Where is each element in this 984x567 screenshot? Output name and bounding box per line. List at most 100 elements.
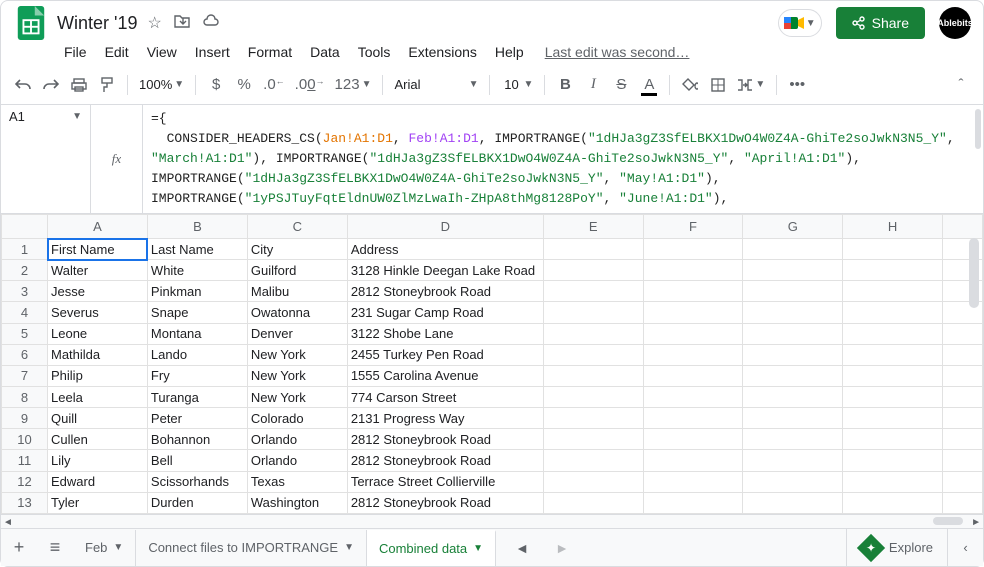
strikethrough-button[interactable]: S bbox=[609, 72, 633, 98]
paint-format-button[interactable] bbox=[95, 72, 119, 98]
cell[interactable] bbox=[743, 239, 843, 260]
cell[interactable] bbox=[643, 450, 743, 471]
last-edit-link[interactable]: Last edit was second… bbox=[545, 44, 690, 60]
menu-edit[interactable]: Edit bbox=[98, 42, 136, 62]
cell[interactable]: Jesse bbox=[48, 281, 148, 302]
menu-file[interactable]: File bbox=[57, 42, 94, 62]
col-header-C[interactable]: C bbox=[247, 215, 347, 239]
sheet-tab-connect[interactable]: Connect files to IMPORTRANGE▼ bbox=[136, 530, 367, 566]
cell[interactable] bbox=[843, 323, 943, 344]
table-row[interactable]: 7PhilipFryNew York1555 Carolina Avenue bbox=[2, 365, 983, 386]
collapse-toolbar-button[interactable]: ˆ bbox=[949, 72, 973, 98]
menu-extensions[interactable]: Extensions bbox=[401, 42, 483, 62]
currency-button[interactable]: $ bbox=[204, 72, 228, 98]
vertical-scrollbar[interactable] bbox=[969, 238, 981, 514]
cell[interactable] bbox=[643, 471, 743, 492]
row-header[interactable]: 3 bbox=[2, 281, 48, 302]
cell[interactable]: Bohannon bbox=[147, 429, 247, 450]
cell[interactable]: New York bbox=[247, 365, 347, 386]
percent-button[interactable]: % bbox=[232, 72, 256, 98]
cell[interactable]: Edward bbox=[48, 471, 148, 492]
cell[interactable]: 231 Sugar Camp Road bbox=[347, 302, 543, 323]
cell[interactable]: Tyler bbox=[48, 492, 148, 513]
more-toolbar-button[interactable]: ••• bbox=[785, 72, 809, 98]
table-row[interactable]: 8LeelaTurangaNew York774 Carson Street bbox=[2, 386, 983, 407]
cell[interactable] bbox=[843, 429, 943, 450]
text-color-button[interactable]: A bbox=[637, 72, 661, 98]
cell[interactable] bbox=[643, 302, 743, 323]
sheets-logo[interactable] bbox=[13, 5, 49, 41]
cell[interactable] bbox=[743, 408, 843, 429]
row-header[interactable]: 5 bbox=[2, 323, 48, 344]
cell[interactable] bbox=[743, 260, 843, 281]
table-row[interactable]: 13TylerDurdenWashington2812 Stoneybrook … bbox=[2, 492, 983, 513]
cell[interactable] bbox=[743, 344, 843, 365]
row-header[interactable]: 11 bbox=[2, 450, 48, 471]
cell[interactable] bbox=[843, 302, 943, 323]
col-header-B[interactable]: B bbox=[147, 215, 247, 239]
menu-help[interactable]: Help bbox=[488, 42, 531, 62]
number-format-button[interactable]: 123▼ bbox=[332, 72, 375, 98]
select-all-corner[interactable] bbox=[2, 215, 48, 239]
cell[interactable] bbox=[543, 492, 643, 513]
cell[interactable]: Pinkman bbox=[147, 281, 247, 302]
borders-button[interactable] bbox=[706, 72, 730, 98]
cell[interactable] bbox=[743, 471, 843, 492]
name-box[interactable]: A1▼ bbox=[1, 105, 91, 213]
share-button[interactable]: Share bbox=[836, 7, 925, 39]
spreadsheet-grid[interactable]: A B C D E F G H 1First NameLast NameCity… bbox=[1, 214, 983, 514]
row-header[interactable]: 1 bbox=[2, 239, 48, 260]
star-icon[interactable]: ☆ bbox=[147, 13, 161, 33]
menu-view[interactable]: View bbox=[140, 42, 184, 62]
row-header[interactable]: 8 bbox=[2, 386, 48, 407]
cell[interactable]: Philip bbox=[48, 365, 148, 386]
meet-button[interactable]: ▼ bbox=[778, 9, 822, 37]
cell[interactable]: Peter bbox=[147, 408, 247, 429]
italic-button[interactable]: I bbox=[581, 72, 605, 98]
cell[interactable]: Turanga bbox=[147, 386, 247, 407]
sheet-tab-combined[interactable]: Combined data▼ bbox=[367, 530, 496, 566]
cell[interactable]: Quill bbox=[48, 408, 148, 429]
cell[interactable] bbox=[643, 281, 743, 302]
cell[interactable]: 2455 Turkey Pen Road bbox=[347, 344, 543, 365]
cell[interactable]: Last Name bbox=[147, 239, 247, 260]
cell[interactable] bbox=[543, 365, 643, 386]
table-row[interactable]: 11LilyBellOrlando2812 Stoneybrook Road bbox=[2, 450, 983, 471]
font-size-select[interactable]: 10▼ bbox=[498, 72, 536, 98]
cell[interactable]: Durden bbox=[147, 492, 247, 513]
cell[interactable] bbox=[843, 471, 943, 492]
font-select[interactable]: Arial▼ bbox=[391, 72, 481, 98]
cell[interactable] bbox=[843, 344, 943, 365]
cell[interactable] bbox=[643, 492, 743, 513]
cell[interactable] bbox=[743, 365, 843, 386]
sheet-tab-feb[interactable]: Feb▼ bbox=[73, 530, 136, 566]
cell[interactable]: 2131 Progress Way bbox=[347, 408, 543, 429]
cell[interactable]: 3122 Shobe Lane bbox=[347, 323, 543, 344]
cell[interactable]: Denver bbox=[247, 323, 347, 344]
print-button[interactable] bbox=[67, 72, 91, 98]
formula-scrollbar[interactable] bbox=[975, 109, 981, 149]
doc-title[interactable]: Winter '19 bbox=[57, 13, 137, 34]
cell[interactable] bbox=[743, 281, 843, 302]
cell[interactable]: Lando bbox=[147, 344, 247, 365]
cell[interactable]: Leone bbox=[48, 323, 148, 344]
row-header[interactable]: 2 bbox=[2, 260, 48, 281]
col-header-A[interactable]: A bbox=[48, 215, 148, 239]
cell[interactable] bbox=[543, 471, 643, 492]
cell[interactable]: Cullen bbox=[48, 429, 148, 450]
menu-insert[interactable]: Insert bbox=[188, 42, 237, 62]
bold-button[interactable]: B bbox=[553, 72, 577, 98]
explore-button[interactable]: ✦ Explore bbox=[846, 529, 947, 566]
add-sheet-button[interactable]: + bbox=[1, 530, 37, 566]
cell[interactable] bbox=[543, 260, 643, 281]
cell[interactable] bbox=[643, 260, 743, 281]
cell[interactable]: 2812 Stoneybrook Road bbox=[347, 492, 543, 513]
cell[interactable]: Malibu bbox=[247, 281, 347, 302]
cell[interactable] bbox=[743, 386, 843, 407]
cloud-icon[interactable] bbox=[202, 14, 220, 33]
cell[interactable]: New York bbox=[247, 344, 347, 365]
row-header[interactable]: 10 bbox=[2, 429, 48, 450]
cell[interactable]: City bbox=[247, 239, 347, 260]
cell[interactable]: Colorado bbox=[247, 408, 347, 429]
cell[interactable] bbox=[543, 408, 643, 429]
